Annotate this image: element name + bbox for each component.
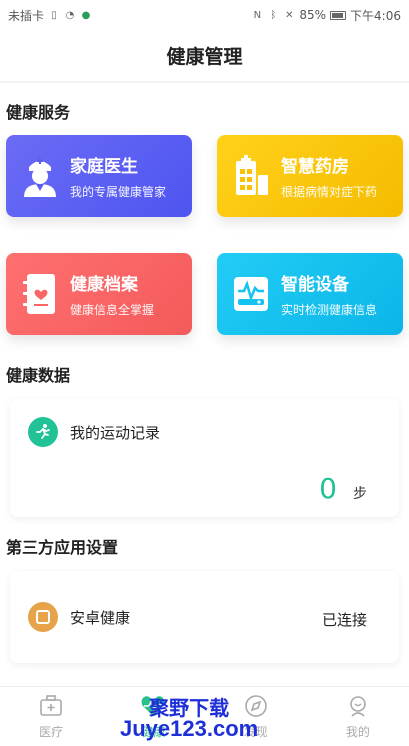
doctor-icon [20,152,60,200]
exercise-label: 我的运动记录 [70,423,161,442]
watermark-en: Juye123.com [120,716,259,741]
tab-medical[interactable]: 医疗 [0,687,102,746]
pharmacy-icon [231,152,271,200]
wifi-icon: ◔ [65,9,75,21]
family-doctor-card[interactable]: 家庭医生 我的专属健康管家 [6,135,192,217]
third-party-title: 第三方应用设置 [6,538,119,557]
card-title: 家庭医生 [70,157,138,177]
smart-device-icon [231,270,271,318]
android-health-row[interactable]: 安卓健康 已连接 [10,571,399,663]
health-record-icon [20,270,60,318]
profile-icon [345,693,371,719]
health-record-card[interactable]: 健康档案 健康信息全掌握 [6,253,192,335]
tab-label: 我的 [345,725,370,739]
nfc-icon: N [253,9,262,21]
mute-icon: ✕ [285,9,294,21]
medical-kit-icon [38,693,64,719]
page-title: 健康管理 [166,46,243,68]
watermark: 聚野下载 Juye123.com [120,698,258,740]
services-title: 健康服务 [6,103,71,122]
card-subtitle: 我的专属健康管家 [70,185,167,199]
connection-status: 已连接 [321,611,367,629]
smart-pharmacy-card[interactable]: 智慧药房 根据病情对症下药 [217,135,403,217]
card-title: 智慧药房 [281,157,349,177]
exercise-record-panel[interactable]: 我的运动记录 0 步 [10,399,399,517]
app-bar: 健康管理 [0,30,409,82]
status-bar: 未插卡 ▯ ◔ ● N ᛒ ✕ 85% 下午4:06 [0,0,409,30]
health-data-title: 健康数据 [6,366,71,385]
card-subtitle: 实时检测健康信息 [281,303,378,317]
sim-icon: ▯ [51,9,57,21]
notification-icon: ● [81,9,91,21]
card-subtitle: 健康信息全掌握 [70,303,155,317]
android-health-icon [28,602,58,632]
app-name: 安卓健康 [70,608,131,627]
running-icon [28,417,58,447]
status-time: 下午4:06 [350,8,401,23]
tab-profile[interactable]: 我的 [307,687,409,746]
card-title: 智能设备 [281,275,349,295]
tab-label: 医疗 [39,725,64,739]
main-content: 健康服务 家庭医生 我的专属健康管家 智慧药房 根据病情对症下药 健康档案 健康… [0,83,409,686]
carrier-text: 未插卡 [8,8,45,23]
smart-device-card[interactable]: 智能设备 实时检测健康信息 [217,253,403,335]
watermark-cn: 聚野下载 [149,696,230,720]
battery-percent: 85% [299,8,327,22]
step-unit: 步 [353,486,367,502]
bluetooth-icon: ᛒ [270,9,277,21]
battery-icon [330,10,347,20]
card-subtitle: 根据病情对症下药 [281,185,378,199]
step-count: 0 [319,472,337,505]
card-title: 健康档案 [70,275,138,295]
